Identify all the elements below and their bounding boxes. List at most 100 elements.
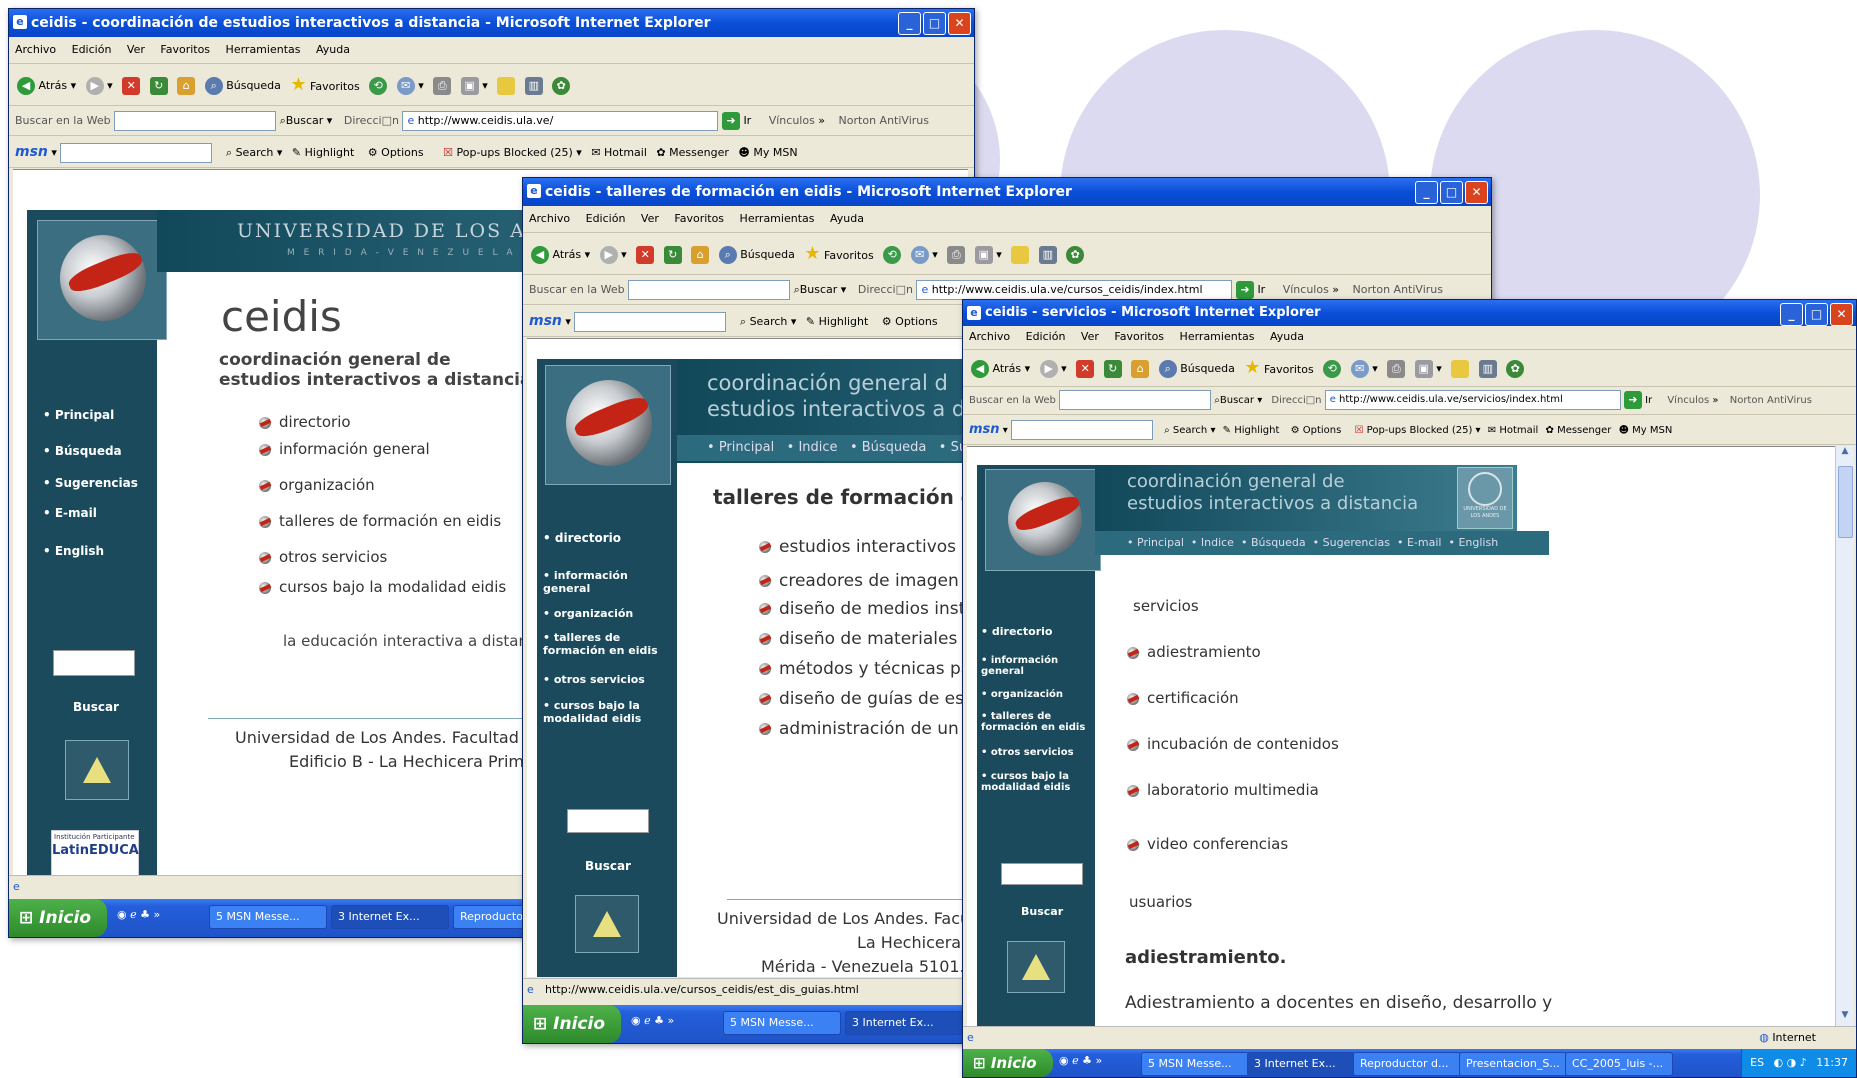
research-button[interactable]: ▥: [1478, 351, 1497, 386]
search-button[interactable]: ⌕ Búsqueda: [718, 235, 795, 274]
latineduca-logo[interactable]: Institución Participante LatinEDUCA: [51, 830, 139, 875]
nav-sugerencias[interactable]: • Sugerencias: [43, 476, 138, 490]
popups-blocked-button[interactable]: ☒ Pop-ups Blocked (25) ▾: [1355, 425, 1481, 436]
title-bar[interactable]: e ceidis - servicios - Microsoft Interne…: [963, 300, 1856, 326]
menu-herramientas[interactable]: Herramientas: [1174, 330, 1261, 343]
highlight-button[interactable]: ✎ Highlight: [1223, 425, 1280, 436]
nav-otros-servicios[interactable]: • otros servicios: [981, 747, 1074, 758]
site-search-button[interactable]: Buscar: [73, 700, 119, 714]
hotmail-button[interactable]: ✉ Hotmail: [1488, 425, 1539, 436]
start-button[interactable]: ⊞ Inicio: [523, 1005, 622, 1043]
topnav-english[interactable]: • English: [1448, 536, 1498, 549]
site-search-input[interactable]: [1001, 863, 1083, 885]
menu-ayuda[interactable]: Ayuda: [1264, 330, 1310, 343]
scroll-up-button[interactable]: ▲: [1836, 446, 1854, 462]
edit-button[interactable]: ▣ ▾: [460, 66, 488, 105]
topnav-busqueda[interactable]: • Búsqueda: [850, 440, 926, 455]
link-cursos[interactable]: cursos bajo la modalidad eidis: [259, 578, 506, 596]
refresh-button[interactable]: ↻: [149, 66, 168, 105]
back-button[interactable]: ◀ Atrás ▾: [17, 66, 76, 105]
taskbar-internet-explorer[interactable]: 3 Internet Ex...: [845, 1011, 963, 1035]
topnav-busqueda[interactable]: • Búsqueda: [1241, 536, 1306, 549]
close-button[interactable]: ✕: [1830, 303, 1853, 326]
taskbar-msn-messenger[interactable]: 5 MSN Messe...: [1141, 1052, 1249, 1076]
msn-search-button[interactable]: ⌕ Search ▾: [226, 146, 283, 159]
links-label[interactable]: Vínculos: [1667, 395, 1709, 406]
back-button[interactable]: ◀ Atrás ▾: [971, 351, 1030, 386]
menu-ver[interactable]: Ver: [121, 43, 151, 56]
link-estudios-interactivos[interactable]: estudios interactivos a d: [759, 537, 988, 557]
stop-button[interactable]: ✕: [636, 235, 655, 274]
menu-herramientas[interactable]: Herramientas: [220, 43, 307, 56]
language-indicator[interactable]: ES: [1750, 1056, 1764, 1069]
stop-button[interactable]: ✕: [122, 66, 141, 105]
go-button[interactable]: ➜ Ir: [1235, 281, 1265, 299]
menu-edicion[interactable]: Edición: [580, 212, 632, 225]
taskbar-internet-explorer[interactable]: 3 Internet Ex...: [331, 905, 449, 929]
site-search-button[interactable]: Buscar: [1021, 905, 1063, 918]
topnav-email[interactable]: • E-mail: [1397, 536, 1442, 549]
links-label[interactable]: Vínculos: [769, 114, 815, 127]
tray-icons[interactable]: ◐ ◑ ♪: [1774, 1056, 1807, 1069]
link-diseno-materiales[interactable]: diseño de materiales in: [759, 629, 978, 649]
link-administracion[interactable]: administración de un pr: [759, 719, 982, 739]
links-label[interactable]: Vínculos: [1283, 283, 1329, 296]
link-informacion-general[interactable]: información general: [259, 440, 430, 458]
topnav-sugerencias[interactable]: • Sugerencias: [1313, 536, 1390, 549]
eidis-logo[interactable]: [575, 895, 639, 953]
ceidis-logo[interactable]: [985, 469, 1101, 571]
msn-search-input[interactable]: [1010, 420, 1153, 440]
home-button[interactable]: ⌂: [177, 66, 196, 105]
favorites-button[interactable]: ★ Favoritos: [804, 234, 873, 274]
nav-organizacion[interactable]: • organización: [981, 689, 1063, 700]
nav-talleres[interactable]: • talleres de formación en eidis: [981, 711, 1091, 733]
go-button[interactable]: ➜ Ir: [1623, 391, 1652, 409]
home-button[interactable]: ⌂: [691, 235, 710, 274]
nav-organizacion[interactable]: • organización: [543, 607, 633, 620]
back-button[interactable]: ◀ Atrás ▾: [531, 235, 590, 274]
print-button[interactable]: ⎙: [433, 66, 452, 105]
nav-informacion-general[interactable]: • información general: [981, 655, 1091, 677]
msn-logo-icon[interactable]: msn: [15, 144, 48, 160]
mail-button[interactable]: ✉ ▾: [396, 66, 424, 105]
quicklaunch-icons[interactable]: ◉ ℯ ♣ »: [631, 1014, 674, 1027]
maximize-button[interactable]: □: [1440, 181, 1463, 204]
minimize-button[interactable]: _: [1780, 303, 1803, 326]
link-diseno-medios[interactable]: diseño de medios instru: [759, 599, 983, 619]
msn-logo-icon[interactable]: msn: [529, 313, 562, 329]
norton-label[interactable]: Norton AntiVirus: [1730, 395, 1812, 406]
close-button[interactable]: ✕: [948, 12, 971, 35]
link-directorio[interactable]: directorio: [259, 413, 351, 431]
norton-label[interactable]: Norton AntiVirus: [1353, 283, 1443, 296]
link-laboratorio[interactable]: laboratorio multimedia: [1127, 781, 1319, 799]
refresh-button[interactable]: ↻: [1103, 351, 1122, 386]
messenger-button[interactable]: ✿: [1066, 235, 1085, 274]
site-search-input[interactable]: [53, 650, 135, 676]
stop-button[interactable]: ✕: [1076, 351, 1095, 386]
menu-favoritos[interactable]: Favoritos: [154, 43, 216, 56]
forward-button[interactable]: ▶ ▾: [1039, 351, 1067, 386]
ceidis-logo[interactable]: [37, 220, 167, 340]
menu-ayuda[interactable]: Ayuda: [824, 212, 870, 225]
start-button[interactable]: ⊞ Inicio: [9, 899, 108, 937]
highlight-button[interactable]: ✎ Highlight: [292, 146, 354, 159]
mail-button[interactable]: ✉ ▾: [1350, 351, 1378, 386]
vertical-scrollbar[interactable]: ▲ ▼: [1835, 446, 1854, 1026]
messenger-button[interactable]: ✿: [1506, 351, 1525, 386]
edit-button[interactable]: ▣ ▾: [974, 235, 1002, 274]
msn-logo-icon[interactable]: msn: [969, 422, 1000, 437]
address-input[interactable]: e http://www.ceidis.ula.ve/servicios/ind…: [1324, 390, 1621, 410]
nav-principal[interactable]: • Principal: [43, 408, 114, 422]
link-otros-servicios[interactable]: otros servicios: [259, 548, 387, 566]
nav-otros-servicios[interactable]: • otros servicios: [543, 673, 645, 686]
mymsn-button[interactable]: ☻ My MSN: [738, 146, 797, 159]
nav-english[interactable]: • English: [43, 544, 104, 558]
menu-edicion[interactable]: Edición: [66, 43, 118, 56]
msn-search-button[interactable]: ⌕ Search ▾: [740, 315, 797, 328]
link-metodos-tecnicas[interactable]: métodos y técnicas para: [759, 659, 989, 679]
eidis-logo[interactable]: [1007, 941, 1065, 993]
nav-informacion-general[interactable]: • información general: [543, 569, 663, 595]
discuss-button[interactable]: [497, 66, 516, 105]
maximize-button[interactable]: □: [923, 12, 946, 35]
link-creadores-imagen[interactable]: creadores de imagen: [759, 571, 959, 591]
